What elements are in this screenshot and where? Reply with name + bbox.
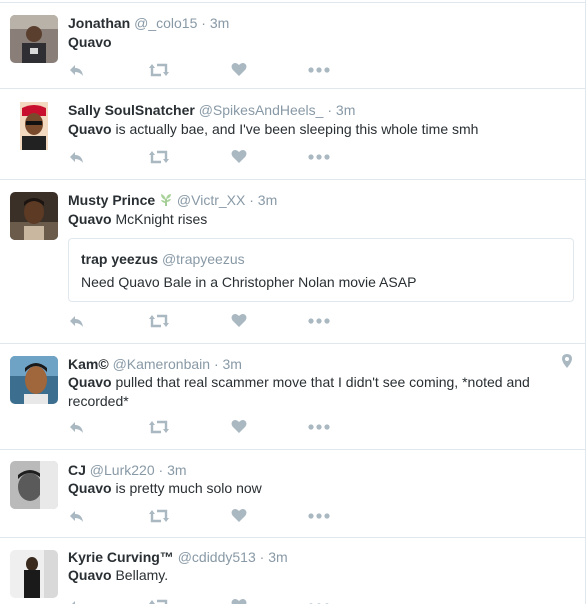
tweet-header: CJ @Lurk220 · 3m [68, 461, 187, 479]
avatar[interactable] [10, 192, 58, 240]
highlighted-keyword: Quavo [68, 374, 112, 390]
retweet-icon[interactable] [148, 312, 170, 332]
like-icon[interactable] [231, 312, 247, 332]
more-icon[interactable] [308, 148, 330, 168]
highlighted-keyword: Quavo [68, 211, 112, 227]
reply-icon[interactable] [68, 312, 86, 332]
tweet-timeline: Jonathan @_colo15 · 3m Quavo Sally SoulS… [0, 0, 586, 604]
timestamp[interactable]: 3m [336, 102, 355, 118]
quoted-display-name[interactable]: trap yeezus [81, 251, 158, 267]
like-icon[interactable] [231, 597, 247, 604]
separator: · [259, 549, 265, 565]
highlighted-keyword: Quavo [68, 567, 112, 583]
tweet-text: Quavo [68, 33, 558, 52]
reply-icon[interactable] [68, 148, 86, 168]
more-icon[interactable] [308, 61, 330, 81]
avatar[interactable] [10, 356, 58, 404]
retweet-icon[interactable] [148, 418, 170, 438]
tweet-item[interactable]: Kyrie Curving™ @cdiddy513 · 3m Quavo Bel… [0, 538, 585, 604]
like-icon[interactable] [231, 148, 247, 168]
username[interactable]: @cdiddy513 [178, 549, 256, 565]
tweet-header: Sally SoulSnatcher @SpikesAndHeels_ · 3m [68, 101, 355, 119]
tweet-text: Quavo is actually bae, and I've been sle… [68, 120, 558, 139]
plant-emoji-icon [159, 193, 173, 211]
highlighted-keyword: Quavo [68, 480, 112, 496]
more-icon[interactable] [308, 507, 330, 527]
more-icon[interactable] [308, 312, 330, 332]
tweet-actions [68, 148, 358, 168]
like-icon[interactable] [231, 61, 247, 81]
tweet-text: Quavo Bellamy. [68, 566, 558, 585]
reply-icon[interactable] [68, 597, 86, 604]
quoted-tweet[interactable]: trap yeezus @trapyeezus Need Quavo Bale … [68, 238, 574, 302]
username[interactable]: @Victr_XX [177, 192, 245, 208]
highlighted-keyword: Quavo [68, 34, 112, 50]
avatar[interactable] [10, 102, 58, 150]
avatar[interactable] [10, 461, 58, 509]
tweet-text: Quavo pulled that real scammer move that… [68, 373, 558, 411]
tweet-actions [68, 418, 358, 438]
tweet-item[interactable]: Kam© @Kameronbain · 3m Quavo pulled that… [0, 344, 585, 450]
retweet-icon[interactable] [148, 61, 170, 81]
reply-icon[interactable] [68, 418, 86, 438]
tweet-item[interactable]: CJ @Lurk220 · 3m Quavo is pretty much so… [0, 450, 585, 538]
tweet-actions [68, 61, 358, 81]
reply-icon[interactable] [68, 507, 86, 527]
retweet-icon[interactable] [148, 597, 170, 604]
geo-pin-icon[interactable] [562, 354, 572, 373]
timestamp[interactable]: 3m [210, 15, 229, 31]
retweet-icon[interactable] [148, 507, 170, 527]
tweet-item[interactable]: Sally SoulSnatcher @SpikesAndHeels_ · 3m… [0, 89, 585, 180]
display-name[interactable]: CJ [68, 462, 86, 478]
quoted-tweet-text: Need Quavo Bale in a Christopher Nolan m… [81, 274, 417, 290]
tweet-text: Quavo McKnight rises [68, 210, 558, 229]
separator: · [158, 462, 164, 478]
tweet-item[interactable]: Jonathan @_colo15 · 3m Quavo [0, 3, 585, 89]
tweet-header: Kyrie Curving™ @cdiddy513 · 3m [68, 548, 288, 566]
tweet-text-rest: pulled that real scammer move that I did… [68, 374, 530, 409]
tweet-actions [68, 312, 358, 332]
username[interactable]: @Lurk220 [90, 462, 155, 478]
reply-icon[interactable] [68, 61, 86, 81]
tweet-text-rest: is actually bae, and I've been sleeping … [111, 121, 479, 137]
highlighted-keyword: Quavo [68, 121, 112, 137]
like-icon[interactable] [231, 507, 247, 527]
username[interactable]: @_colo15 [134, 15, 197, 31]
separator: · [249, 192, 254, 208]
tweet-actions [68, 597, 358, 604]
timestamp[interactable]: 3m [223, 356, 242, 372]
timestamp[interactable]: 3m [268, 549, 287, 565]
like-icon[interactable] [231, 418, 247, 438]
tweet-text-rest: is pretty much solo now [111, 480, 262, 496]
separator: · [327, 102, 333, 118]
username[interactable]: @SpikesAndHeels_ [199, 102, 324, 118]
tweet-text: Quavo is pretty much solo now [68, 479, 558, 498]
username[interactable]: @Kameronbain [113, 356, 211, 372]
tweet-item[interactable]: Musty Prince @Victr_XX · 3m Quavo McKnig… [0, 180, 585, 344]
tweet-text-rest: Bellamy. [111, 567, 169, 583]
separator: · [213, 356, 219, 372]
more-icon[interactable] [308, 418, 330, 438]
separator: · [201, 15, 206, 31]
timestamp[interactable]: 3m [258, 192, 277, 208]
display-name[interactable]: Kam© [68, 356, 109, 372]
tweet-actions [68, 507, 358, 527]
tweet-text-rest: McKnight rises [111, 211, 208, 227]
more-icon[interactable] [308, 597, 330, 604]
display-name[interactable]: Kyrie Curving™ [68, 549, 174, 565]
tweet-header: Musty Prince @Victr_XX · 3m [68, 191, 277, 211]
tweet-header: Jonathan @_colo15 · 3m [68, 14, 229, 32]
quoted-tweet-header: trap yeezus @trapyeezus [81, 250, 245, 268]
display-name[interactable]: Musty Prince [68, 192, 155, 208]
display-name[interactable]: Sally SoulSnatcher [68, 102, 195, 118]
retweet-icon[interactable] [148, 148, 170, 168]
quoted-username[interactable]: @trapyeezus [162, 251, 245, 267]
avatar[interactable] [10, 550, 58, 598]
avatar[interactable] [10, 15, 58, 63]
timestamp[interactable]: 3m [167, 462, 186, 478]
display-name[interactable]: Jonathan [68, 15, 130, 31]
tweet-header: Kam© @Kameronbain · 3m [68, 355, 242, 373]
